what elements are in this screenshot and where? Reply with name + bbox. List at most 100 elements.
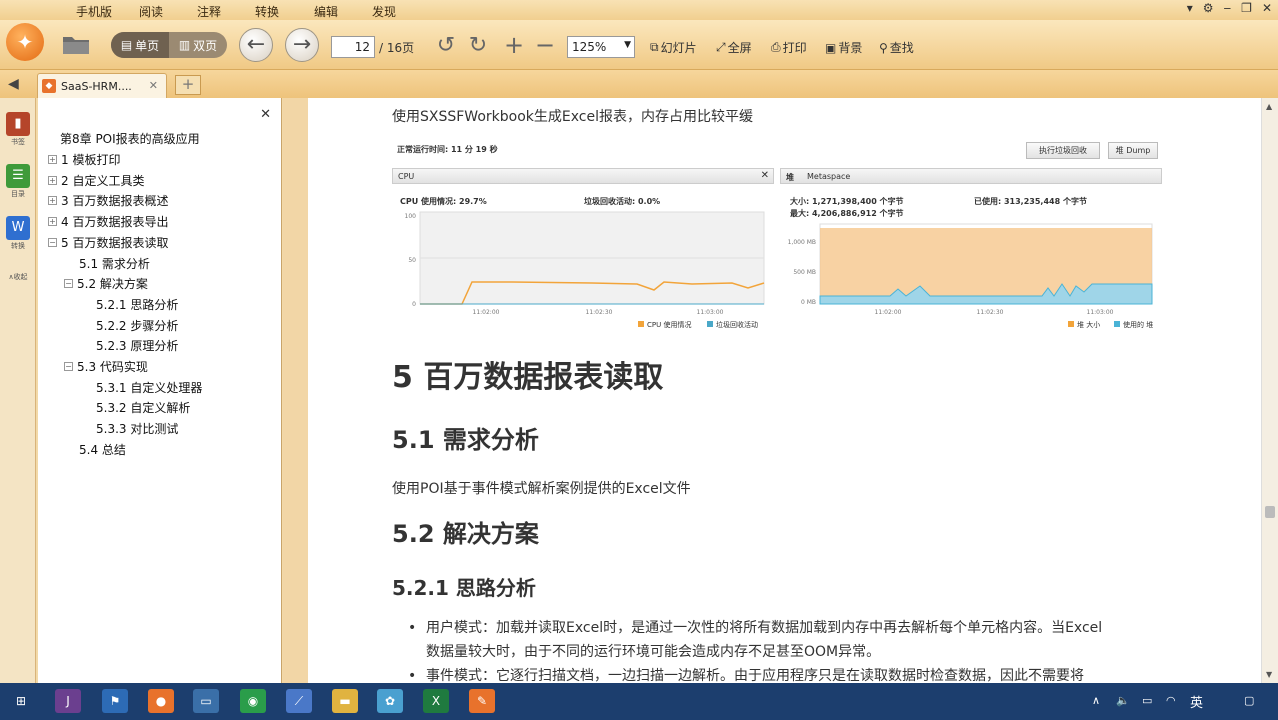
expand-icon[interactable]: + xyxy=(48,155,57,164)
toc-item[interactable]: 5.2.1 思路分析 xyxy=(96,296,178,313)
ime-indicator[interactable]: 英 xyxy=(1190,692,1203,711)
app10-icon[interactable]: ✎ xyxy=(469,689,495,713)
zoom-select[interactable]: 125% ▼ xyxy=(567,36,635,58)
document-tab[interactable]: ◆ SaaS-HRM.... ✕ xyxy=(37,73,167,98)
menu-item-edit[interactable]: 编辑 xyxy=(314,3,338,20)
folder-icon[interactable]: ▬ xyxy=(332,689,358,713)
slideshow-button[interactable]: ⧉ 幻灯片 xyxy=(650,39,697,56)
toolbar: ✦ ▤ 单页 ▥ 双页 ← → 12 / 16页 ↺ ↻ + − 125% ▼ ⧉ 幻灯… xyxy=(0,20,1278,70)
new-tab-button[interactable]: + xyxy=(175,75,201,95)
collapse-panel-button[interactable]: ∧收起 xyxy=(5,272,31,282)
toc-item[interactable]: +4 百万数据报表导出 xyxy=(48,213,168,230)
cpu-legend-label: CPU 使用情况 xyxy=(647,320,691,329)
back-arrow-icon[interactable]: ◀ xyxy=(8,76,19,92)
toc-panel-button[interactable]: ☰ 目录 xyxy=(5,164,31,199)
close-tab-icon[interactable]: ✕ xyxy=(149,79,158,92)
excel-icon[interactable]: X xyxy=(423,689,449,713)
toc-item-label: 第8章 POI报表的高级应用 xyxy=(60,132,200,146)
fullscreen-button[interactable]: ⤢ 全屏 xyxy=(716,39,752,56)
menu-item-discover[interactable]: 发现 xyxy=(372,3,396,20)
slideshow-icon: ⧉ xyxy=(650,40,659,54)
print-button[interactable]: ⎙ 打印 xyxy=(771,39,807,56)
background-button[interactable]: ▣ 背景 xyxy=(825,39,862,56)
menu-item-read[interactable]: 阅读 xyxy=(139,3,163,20)
network-icon[interactable]: ◠ xyxy=(1166,694,1176,707)
next-page-button[interactable]: → xyxy=(285,28,319,62)
notification-icon[interactable]: ▢ xyxy=(1244,694,1254,707)
background-icon: ▣ xyxy=(825,40,837,55)
toc-item[interactable]: 5.3.1 自定义处理器 xyxy=(96,379,202,396)
close-toc-icon[interactable]: ✕ xyxy=(260,107,271,122)
minimize-icon[interactable]: ‒ xyxy=(1224,1,1232,15)
toc-item-label: 5.1 需求分析 xyxy=(79,257,150,271)
vertical-scrollbar[interactable]: ▲ ▼ xyxy=(1261,98,1278,683)
open-folder-icon[interactable] xyxy=(60,30,92,58)
toc-item[interactable]: 5.1 需求分析 xyxy=(79,255,150,272)
zoom-out-icon[interactable]: − xyxy=(533,31,557,59)
search-button[interactable]: ⚲ 查找 xyxy=(879,39,914,56)
collapse-icon[interactable]: − xyxy=(64,279,73,288)
app6-icon[interactable]: ⟋ xyxy=(286,689,312,713)
toc-item[interactable]: −5.3 代码实现 xyxy=(64,358,148,375)
single-page-button[interactable]: ▤ 单页 xyxy=(111,32,169,58)
toc-item[interactable]: +1 模板打印 xyxy=(48,151,120,168)
toc-item[interactable]: −5 百万数据报表读取 xyxy=(48,234,168,251)
app-logo-icon[interactable]: ✦ xyxy=(6,23,44,61)
menu-item-mobile[interactable]: 手机版 xyxy=(76,3,112,20)
heading-section-5: 5 百万数据报表读取 xyxy=(392,360,664,395)
convert-panel-button[interactable]: W 转换 xyxy=(5,216,31,251)
scroll-up-icon[interactable]: ▲ xyxy=(1266,102,1272,111)
bookmark-panel-button[interactable]: ▮ 书签 xyxy=(5,112,31,147)
expand-icon[interactable]: + xyxy=(48,217,57,226)
heap-xtick-0: 11:02:00 xyxy=(875,309,902,316)
toc-item-label: 5.3 代码实现 xyxy=(77,360,148,374)
gc-legend-label: 垃圾回收活动 xyxy=(716,320,758,329)
toc-item[interactable]: 第8章 POI报表的高级应用 xyxy=(60,130,200,147)
collapse-icon[interactable]: − xyxy=(64,362,73,371)
zoom-in-icon[interactable]: + xyxy=(502,31,526,59)
toc-item[interactable]: 5.4 总结 xyxy=(79,441,126,458)
menu-item-annotate[interactable]: 注释 xyxy=(197,3,221,20)
scroll-down-icon[interactable]: ▼ xyxy=(1266,670,1272,679)
close-window-icon[interactable]: ✕ xyxy=(1262,1,1272,15)
toc-item[interactable]: 5.2.3 原理分析 xyxy=(96,337,178,354)
menu-item-convert[interactable]: 转换 xyxy=(255,3,279,20)
heap-xtick-2: 11:03:00 xyxy=(1087,309,1114,316)
current-page-input[interactable]: 12 xyxy=(331,36,375,58)
scrollbar-thumb[interactable] xyxy=(1265,506,1275,518)
chevron-up-icon[interactable]: ∧ xyxy=(1092,694,1100,707)
heap-xtick-1: 11:02:30 xyxy=(977,309,1004,316)
expand-icon[interactable]: + xyxy=(48,196,57,205)
toc-item[interactable]: 5.3.3 对比测试 xyxy=(96,420,178,437)
settings-icon[interactable]: ⚙ xyxy=(1203,1,1214,15)
bullet-event-mode-line1: 事件模式：它逐行扫描文档，一边扫描一边解析。由于应用程序只是在读取数据时检查数据… xyxy=(426,668,1084,683)
heading-section-5-2: 5.2 解决方案 xyxy=(392,520,539,548)
app3-icon[interactable]: ● xyxy=(148,689,174,713)
expand-icon[interactable]: + xyxy=(48,176,57,185)
windows-taskbar: ⊞ J ⚑ ● ▭ ◉ ⟋ ▬ ✿ X ✎ ∧ 🔈 ▭ ◠ 英 ▢ xyxy=(0,683,1278,720)
toc-item-label: 4 百万数据报表导出 xyxy=(61,215,169,229)
cpu-xtick-0: 11:02:00 xyxy=(473,309,500,316)
app4-icon[interactable]: ▭ xyxy=(193,689,219,713)
rotate-left-icon[interactable]: ↺ xyxy=(433,32,459,58)
start-icon[interactable]: ⊞ xyxy=(8,689,34,713)
bullet-user-mode-line1: 用户模式：加载并读取Excel时，是通过一次性的将所有数据加载到内存中再去解析每… xyxy=(426,620,1103,636)
collapse-icon[interactable]: − xyxy=(48,238,57,247)
rotate-right-icon[interactable]: ↻ xyxy=(465,32,491,58)
toc-item[interactable]: 5.3.2 自定义解析 xyxy=(96,399,190,416)
app1-icon[interactable]: J xyxy=(55,689,81,713)
toc-item[interactable]: +2 自定义工具类 xyxy=(48,172,144,189)
toc-item[interactable]: −5.2 解决方案 xyxy=(64,275,148,292)
toc-item[interactable]: +3 百万数据报表概述 xyxy=(48,192,168,209)
prev-page-button[interactable]: ← xyxy=(239,28,273,62)
battery-icon[interactable]: ▭ xyxy=(1142,694,1152,707)
speaker-icon[interactable]: 🔈 xyxy=(1116,694,1130,707)
search-label: 查找 xyxy=(889,41,914,55)
chrome-icon[interactable]: ◉ xyxy=(240,689,266,713)
app8-icon[interactable]: ✿ xyxy=(377,689,403,713)
double-page-button[interactable]: ▥ 双页 xyxy=(169,32,227,58)
toc-item[interactable]: 5.2.2 步骤分析 xyxy=(96,317,178,334)
app2-icon[interactable]: ⚑ xyxy=(102,689,128,713)
dropdown-icon[interactable]: ▾ xyxy=(1187,1,1193,15)
restore-icon[interactable]: ❐ xyxy=(1241,1,1252,15)
